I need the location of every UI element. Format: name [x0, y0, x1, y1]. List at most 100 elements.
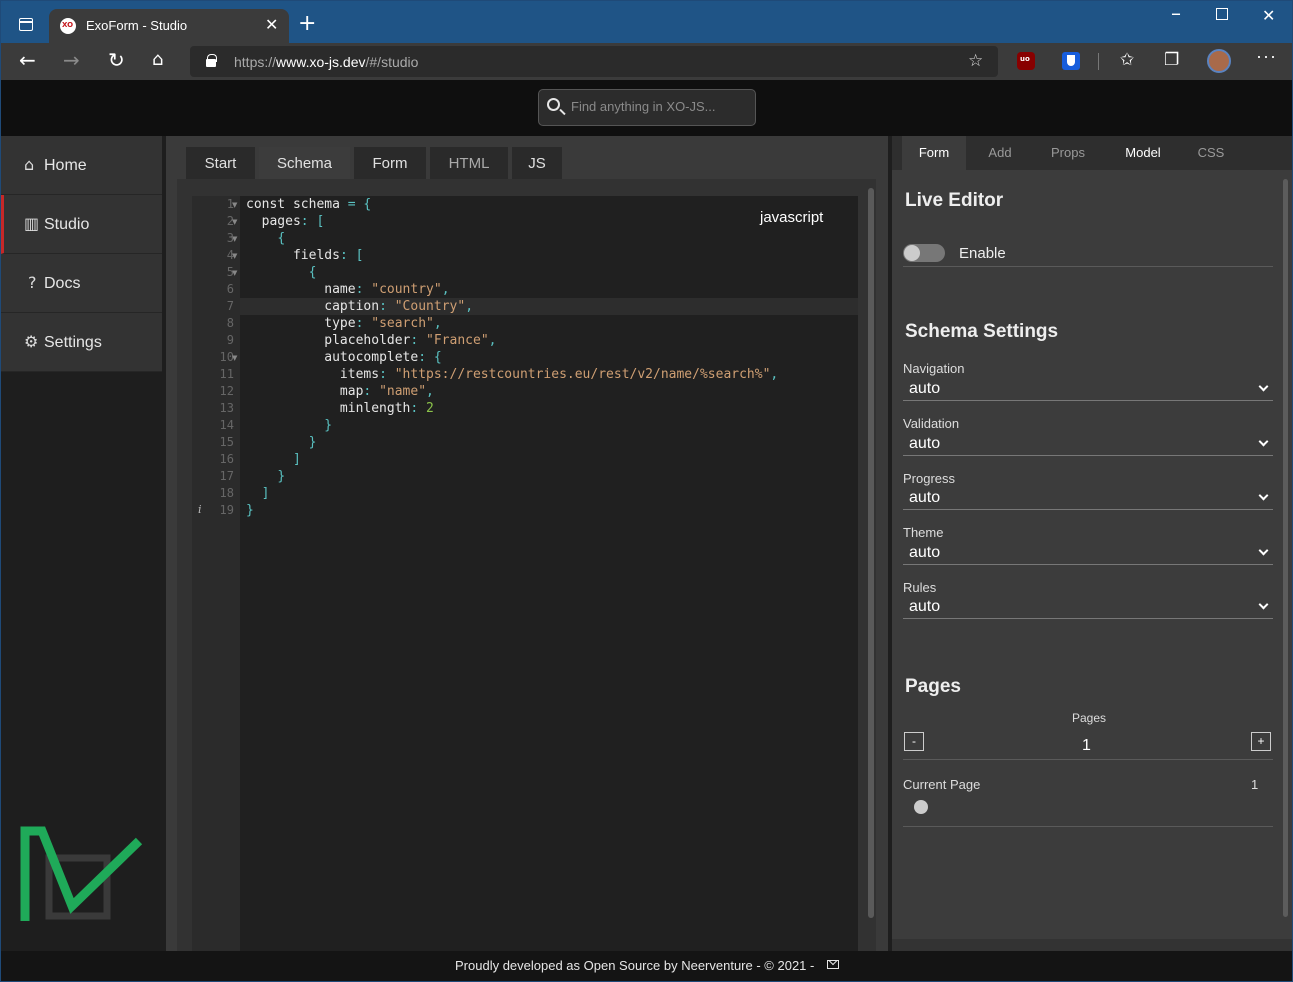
panel-tabs: Form Add Props Model CSS	[892, 136, 1292, 170]
more-menu-icon[interactable]: ···	[1256, 46, 1277, 67]
minimize-icon[interactable]: –	[1171, 1, 1181, 25]
sidebar-menu: ⌂ Home ▥ Studio ? Docs ⚙ Settings	[1, 136, 162, 372]
line-number: 13	[219, 401, 234, 415]
line-number: 10	[219, 350, 234, 364]
mail-icon[interactable]	[827, 960, 839, 969]
bitwarden-extension-icon[interactable]	[1062, 52, 1080, 70]
pages-heading: Pages	[905, 676, 961, 697]
back-icon[interactable]: ←	[19, 48, 36, 72]
fold-icon[interactable]: ▼	[232, 354, 237, 362]
tab-start[interactable]: Start	[186, 147, 255, 181]
fold-icon[interactable]: ▼	[232, 201, 237, 209]
fold-icon[interactable]: ▼	[232, 252, 237, 260]
tab-form[interactable]: Form	[354, 147, 426, 181]
sidebar-item-home[interactable]: ⌂ Home	[1, 136, 162, 195]
pages-increment-button[interactable]: +	[1251, 732, 1271, 751]
fold-icon[interactable]: ▼	[232, 269, 237, 277]
code-line: map: "name",	[339, 384, 434, 399]
navigation-select[interactable]: auto	[903, 379, 1273, 401]
code-editor[interactable]: 1 2 3 4 5 6 7 8 9 10 11 12 13 14 15 16 1	[192, 196, 858, 951]
refresh-icon[interactable]: ↻	[108, 48, 125, 72]
browser-titlebar: ExoForm - Studio ✕ + – ✕	[1, 1, 1292, 43]
line-number: 3	[226, 231, 234, 245]
language-label: javascript	[760, 209, 824, 226]
theme-select[interactable]: auto	[903, 543, 1273, 565]
address-bar[interactable]: https://www.xo-js.dev/#/studio ☆	[190, 46, 998, 77]
tab-model[interactable]: Model	[1106, 136, 1180, 170]
tab-actions-icon[interactable]	[19, 18, 33, 31]
panel-scrollbar[interactable]	[1283, 179, 1288, 917]
editor-scrollbar[interactable]	[868, 188, 874, 918]
line-number: 16	[219, 452, 234, 466]
tab-schema[interactable]: Schema	[259, 147, 350, 181]
tab-props[interactable]: Props	[1034, 136, 1102, 170]
line-number: 14	[219, 418, 234, 432]
divider	[903, 266, 1273, 267]
code-line: autocomplete: {	[324, 350, 442, 365]
collections-icon[interactable]: ❐	[1164, 50, 1179, 70]
tab-title: ExoForm - Studio	[86, 18, 188, 33]
tab-add[interactable]: Add	[970, 136, 1030, 170]
new-tab-icon[interactable]: +	[298, 11, 316, 36]
rules-select[interactable]: auto	[903, 597, 1273, 619]
tab-form[interactable]: Form	[902, 136, 966, 170]
forward-icon[interactable]: →	[63, 48, 80, 72]
code-line: type: "search",	[324, 316, 442, 331]
sidebar-item-studio[interactable]: ▥ Studio	[1, 195, 162, 254]
gear-icon: ⚙	[24, 332, 39, 351]
rules-value: auto	[909, 598, 941, 615]
theme-value: auto	[909, 544, 941, 561]
enable-toggle[interactable]	[903, 244, 945, 262]
sidebar: ⌂ Home ▥ Studio ? Docs ⚙ Settings	[1, 136, 162, 951]
tab-close-icon[interactable]: ✕	[265, 15, 278, 35]
profile-avatar[interactable]	[1207, 49, 1231, 73]
code-line: }	[277, 469, 286, 484]
progress-select[interactable]: auto	[903, 488, 1273, 510]
home-icon[interactable]: ⌂	[152, 49, 163, 70]
site-favicon-icon	[60, 18, 76, 34]
line-number: 15	[219, 435, 234, 449]
validation-select[interactable]: auto	[903, 434, 1273, 456]
validation-value: auto	[909, 435, 941, 452]
code-line: items: "https://restcountries.eu/rest/v2…	[339, 367, 779, 382]
search-input[interactable]	[571, 99, 751, 114]
maximize-icon[interactable]	[1216, 8, 1228, 20]
window-close-icon[interactable]: ✕	[1262, 6, 1275, 25]
pages-decrement-button[interactable]: -	[904, 732, 924, 751]
panel-bottom	[892, 939, 1292, 951]
code-line: }	[308, 435, 317, 450]
code-line: }	[246, 503, 254, 518]
progress-value: auto	[909, 489, 941, 506]
tab-html[interactable]: HTML	[430, 147, 508, 181]
browser-window: ExoForm - Studio ✕ + – ✕ ← → ↻ ⌂ https:/…	[0, 0, 1293, 982]
current-page-label: Current Page	[903, 777, 981, 792]
validation-label: Validation	[903, 416, 960, 431]
favorites-icon[interactable]: ✩	[1120, 50, 1134, 70]
sidebar-item-settings[interactable]: ⚙ Settings	[1, 313, 162, 372]
fold-icon[interactable]: ▼	[232, 235, 237, 243]
browser-tab[interactable]: ExoForm - Studio ✕	[49, 9, 289, 43]
url-text[interactable]: https://www.xo-js.dev/#/studio	[234, 54, 418, 70]
code-line: placeholder: "France",	[324, 333, 497, 348]
tab-css[interactable]: CSS	[1184, 136, 1238, 170]
add-favorite-icon[interactable]: ☆	[968, 51, 983, 71]
sidebar-item-docs[interactable]: ? Docs	[1, 254, 162, 313]
search-box[interactable]	[538, 89, 756, 126]
search-icon	[547, 98, 560, 111]
schema-settings-heading: Schema Settings	[905, 321, 1059, 342]
line-number: 8	[226, 316, 234, 330]
sidebar-item-label: Settings	[44, 334, 102, 351]
url-domain: www.xo-js.dev	[276, 54, 366, 70]
lock-icon[interactable]	[206, 54, 217, 67]
tab-js[interactable]: JS	[512, 147, 562, 181]
ublock-extension-icon[interactable]	[1017, 52, 1035, 70]
theme-label: Theme	[903, 525, 944, 540]
fold-icon[interactable]: ▼	[232, 218, 237, 226]
navigation-value: auto	[909, 380, 941, 397]
sidebar-item-label: Home	[44, 157, 87, 174]
current-page-slider-handle[interactable]	[914, 800, 928, 814]
line-number: 17	[219, 469, 234, 483]
chevron-down-icon	[1258, 381, 1269, 392]
sidebar-item-label: Studio	[44, 216, 90, 233]
browser-toolbar: ← → ↻ ⌂ https://www.xo-js.dev/#/studio ☆…	[1, 43, 1292, 80]
